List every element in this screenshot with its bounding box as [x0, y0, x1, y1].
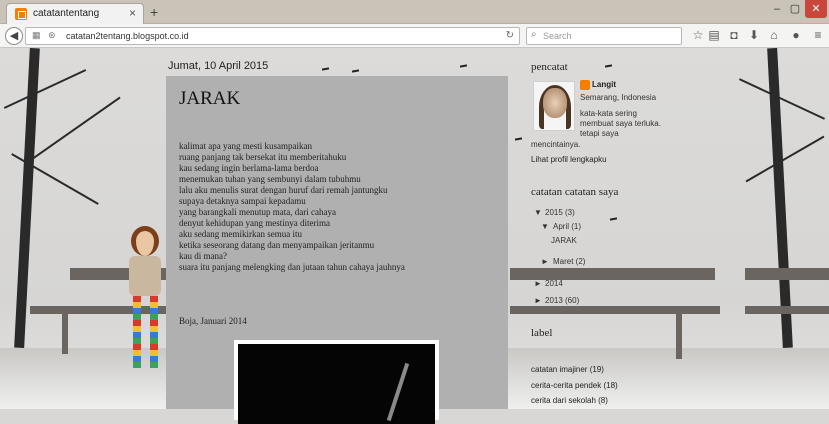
reading-list-icon[interactable]: ▤ [706, 28, 722, 42]
avatar-face [543, 88, 567, 118]
bird-decoration [351, 69, 360, 73]
search-input[interactable]: ⌕ Search [526, 27, 682, 45]
bird-decoration [609, 217, 618, 221]
left-tree-branch [3, 69, 87, 109]
url-bar[interactable]: ▦ ⊛ catatan2tentang.blogspot.co.id ↻ [25, 27, 520, 45]
tab-bar: catatantentang × + – ▢ ✕ [0, 0, 829, 25]
archive-year-2014[interactable]: 2014 [545, 279, 563, 288]
profile-link[interactable]: Lihat profil lengkapku [531, 155, 607, 164]
reload-icon[interactable]: ↻ [506, 30, 514, 41]
left-tree-branch [29, 96, 121, 162]
blogger-profile-icon [580, 80, 590, 90]
author-name-link[interactable]: Langit [592, 80, 616, 89]
archive-heading: catatan catatan saya [531, 186, 619, 198]
far-bench-seat [745, 306, 829, 314]
archive-toggle-maret[interactable]: ► [541, 257, 549, 266]
post-image [234, 340, 439, 424]
blogger-favicon-icon [15, 8, 27, 20]
right-tree-branch [745, 135, 825, 183]
archive-year-2015[interactable]: 2015 (3) [545, 208, 575, 217]
archive-toggle-2015[interactable]: ▼ [534, 208, 542, 217]
bird-decoration [514, 137, 523, 141]
new-tab-button[interactable]: + [150, 4, 158, 20]
poem-line: kalimat apa yang mesti kusampaikan [179, 141, 312, 151]
avatar[interactable] [533, 81, 575, 131]
label-link[interactable]: cerita-cerita pendek (18) [531, 381, 618, 390]
archive-toggle-2013[interactable]: ► [534, 296, 542, 305]
bookmark-star-icon[interactable]: ☆ [690, 28, 706, 42]
post-image-dark [238, 344, 435, 424]
maximize-button[interactable]: ▢ [786, 0, 804, 18]
archive-year-2013[interactable]: 2013 (60) [545, 296, 579, 305]
poem-line: suara itu panjang melengking dan jutaan … [179, 262, 405, 272]
post-image-pole [386, 362, 410, 422]
author-location: Semarang, Indonesia [580, 93, 657, 102]
tab-close-icon[interactable]: × [129, 6, 136, 20]
bird-decoration [321, 67, 330, 71]
archive-month-maret[interactable]: Maret (2) [553, 257, 585, 266]
left-bench-leg [62, 314, 68, 354]
label-link[interactable]: catatan imajiner (19) [531, 365, 604, 374]
post-body: kalimat apa yang mesti kusampaikan ruang… [179, 141, 405, 273]
left-bench-seat [30, 306, 170, 314]
right-bench-seat [510, 306, 720, 314]
pocket-icon[interactable]: ◘ [726, 28, 742, 42]
author-bio-line: membuat saya terluka. [580, 119, 661, 128]
bird-decoration [604, 64, 613, 68]
girl-figure-leg [133, 296, 141, 368]
post-signature: Boja, Januari 2014 [179, 316, 247, 326]
label-link[interactable]: cerita dari sekolah (8) [531, 396, 608, 405]
tab-catatantentang[interactable]: catatantentang × [6, 3, 144, 25]
download-icon[interactable]: ⬇ [746, 28, 762, 42]
bird-decoration [459, 64, 468, 68]
close-window-button[interactable]: ✕ [805, 0, 827, 18]
post-title[interactable]: JARAK [179, 88, 240, 110]
archive-toggle-2014[interactable]: ► [534, 279, 542, 288]
poem-line: menemukan tuhan yang sembunyi dalam tubu… [179, 174, 361, 184]
minimize-button[interactable]: – [768, 0, 786, 18]
poem-line: aku sedang memikirkan semua itu [179, 229, 302, 239]
author-bio-line: kata-kata sering [580, 109, 637, 118]
nav-bar: ◀ ▦ ⊛ catatan2tentang.blogspot.co.id ↻ ⌕… [0, 24, 829, 48]
poem-line: ruang panjang tak bersekat itu memberita… [179, 152, 347, 162]
poem-line: kau sedang ingin berlama-lama berdoa [179, 163, 319, 173]
girl-figure-leg [150, 296, 158, 368]
author-bio-line: tetapi saya [580, 129, 619, 138]
site-info-icon[interactable]: ⊛ [48, 30, 56, 41]
tab-title: catatantentang [33, 8, 100, 19]
menu-icon[interactable]: ≡ [810, 28, 826, 42]
archive-post-jarak[interactable]: JARAK [551, 236, 577, 245]
search-icon: ⌕ [531, 29, 537, 40]
right-bench-leg [676, 314, 682, 359]
poem-line: supaya detaknya sampai kepadamu [179, 196, 306, 206]
identity-icon[interactable]: ▦ [32, 30, 41, 41]
archive-toggle-april[interactable]: ▼ [541, 222, 549, 231]
girl-figure-head [131, 226, 159, 256]
author-bio-line: mencintainya. [531, 140, 581, 149]
home-icon[interactable]: ⌂ [766, 28, 782, 42]
poem-line: denyut kehidupan yang mestinya diterima [179, 218, 330, 228]
right-tree-branch [738, 78, 826, 120]
far-bench-back [745, 268, 829, 280]
back-button[interactable]: ◀ [5, 27, 23, 45]
poem-line: lalu aku menulis surat dengan huruf dari… [179, 185, 388, 195]
url-text[interactable]: catatan2tentang.blogspot.co.id [66, 31, 189, 41]
post-date: Jumat, 10 April 2015 [168, 60, 269, 72]
poem-line: kau di mana? [179, 251, 227, 261]
poem-line: yang barangkali menutup mata, dari cahay… [179, 207, 336, 217]
poem-line: ketika seseorang datang dan menyampaikan… [179, 240, 375, 250]
search-placeholder: Search [543, 31, 572, 41]
label-heading: label [531, 327, 553, 339]
chat-icon[interactable]: ● [788, 28, 804, 42]
archive-month-april[interactable]: April (1) [553, 222, 581, 231]
girl-figure-body [129, 256, 161, 296]
profile-heading: pencatat [531, 61, 568, 73]
